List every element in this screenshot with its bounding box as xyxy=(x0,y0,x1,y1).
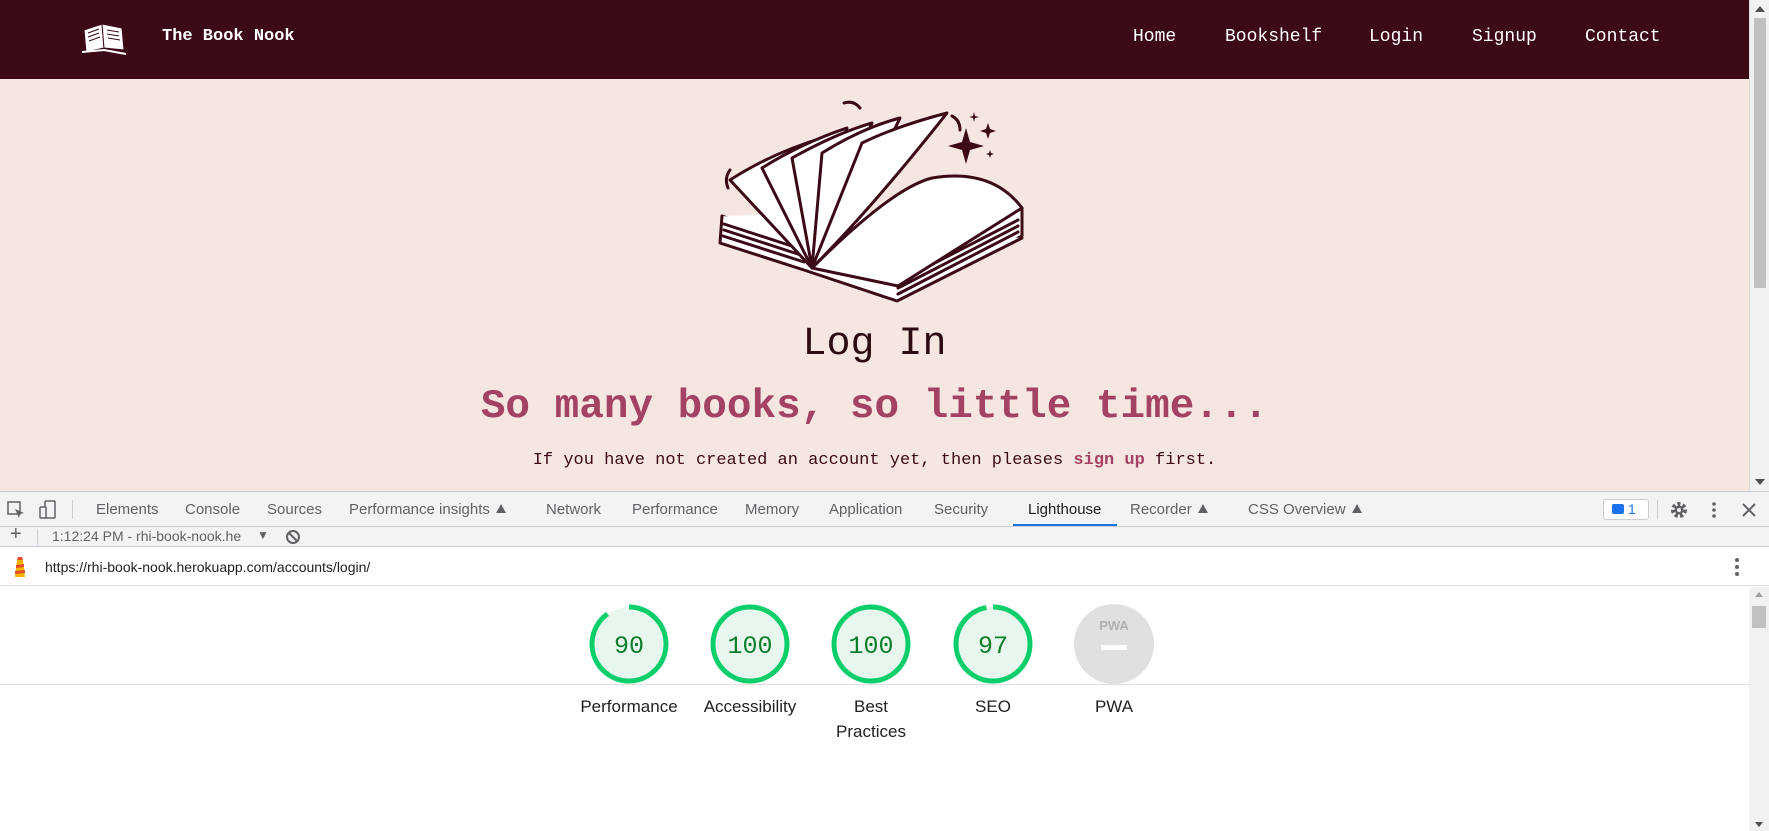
gauge-label: SEO xyxy=(975,697,1011,716)
issues-counter-button[interactable]: 1 xyxy=(1603,499,1649,520)
gauge-best-practices-ring: 100 xyxy=(831,604,911,684)
scroll-up-arrow-icon[interactable] xyxy=(1755,592,1763,597)
new-report-plus-icon[interactable]: + xyxy=(10,527,22,546)
gauge-performance-ring: 90 xyxy=(589,604,669,684)
gauge-label: Performance xyxy=(580,697,678,716)
tab-network[interactable]: Network xyxy=(546,492,601,527)
tab-sources[interactable]: Sources xyxy=(267,492,322,527)
tab-recorder[interactable]: Recorder xyxy=(1130,492,1208,527)
nav-signup-link[interactable]: Signup xyxy=(1472,27,1537,47)
page-scrollbar-thumb[interactable] xyxy=(1754,18,1766,288)
tab-security[interactable]: Security xyxy=(934,492,988,527)
gauge-seo[interactable]: 97 SEO xyxy=(933,602,1053,719)
gauge-pwa-ring: PWA xyxy=(1074,604,1154,684)
more-options-icon[interactable] xyxy=(1704,500,1724,520)
scroll-down-arrow-icon[interactable] xyxy=(1755,479,1765,485)
gauge-label: Best Practices xyxy=(836,697,906,741)
close-devtools-icon[interactable] xyxy=(1739,500,1759,520)
inspect-element-icon[interactable] xyxy=(6,500,26,520)
pwa-not-applicable-dash xyxy=(1101,645,1127,650)
gauge-score-value: 97 xyxy=(978,632,1008,661)
lighthouse-toolbar: + 1:12:24 PM - rhi-book-nook.he ▼ xyxy=(0,527,1769,547)
open-book-illustration xyxy=(718,100,1024,303)
lighthouse-logo-icon xyxy=(15,557,25,577)
tab-application[interactable]: Application xyxy=(829,492,902,527)
signup-note-text-after: first. xyxy=(1144,451,1217,470)
tab-elements[interactable]: Elements xyxy=(96,492,159,527)
site-navbar: The Book Nook Home Bookshelf Login Signu… xyxy=(0,0,1749,79)
devtools-tabbar: Elements Console Sources Performance ins… xyxy=(0,492,1769,527)
signup-note: If you have not created an account yet, … xyxy=(0,451,1749,470)
page-title: Log In xyxy=(802,322,947,367)
experiment-flask-icon xyxy=(1351,504,1362,513)
tab-memory[interactable]: Memory xyxy=(745,492,799,527)
toolbar-separator xyxy=(37,529,38,545)
tab-performance-insights-label: Performance insights xyxy=(349,501,490,518)
gauge-performance[interactable]: 90 Performance xyxy=(569,602,689,719)
gauge-accessibility-ring: 100 xyxy=(710,604,790,684)
gauge-pwa[interactable]: PWA PWA xyxy=(1054,602,1174,719)
report-menu-icon[interactable] xyxy=(1734,557,1740,577)
nav-bookshelf-link[interactable]: Bookshelf xyxy=(1225,27,1322,47)
tab-console[interactable]: Console xyxy=(185,492,240,527)
report-select-dropdown[interactable]: 1:12:24 PM - rhi-book-nook.he xyxy=(52,528,250,546)
tab-css-overview[interactable]: CSS Overview xyxy=(1248,492,1362,527)
lighthouse-report-header: https://rhi-book-nook.herokuapp.com/acco… xyxy=(0,548,1769,586)
scroll-down-arrow-icon[interactable] xyxy=(1755,822,1763,827)
tab-performance-insights[interactable]: Performance insights xyxy=(349,492,506,527)
page-scrollbar[interactable] xyxy=(1749,0,1769,491)
toolbar-separator xyxy=(72,500,73,519)
report-scrollbar-thumb[interactable] xyxy=(1752,606,1766,628)
nav-home-link[interactable]: Home xyxy=(1133,27,1176,47)
tab-recorder-label: Recorder xyxy=(1130,501,1192,518)
active-tab-indicator xyxy=(1013,524,1117,526)
experiment-flask-icon xyxy=(495,504,506,513)
website-viewport: The Book Nook Home Bookshelf Login Signu… xyxy=(0,0,1769,491)
toolbar-separator xyxy=(1657,500,1658,519)
tagline: So many books, so little time... xyxy=(480,384,1269,430)
tab-lighthouse[interactable]: Lighthouse xyxy=(1028,492,1101,527)
gauge-accessibility[interactable]: 100 Accessibility xyxy=(690,602,810,719)
devtools-panel: Elements Console Sources Performance ins… xyxy=(0,491,1769,831)
dropdown-arrow-icon[interactable]: ▼ xyxy=(257,528,269,542)
settings-gear-icon[interactable] xyxy=(1669,500,1689,520)
nav-contact-link[interactable]: Contact xyxy=(1585,27,1661,47)
report-section-divider xyxy=(0,684,1749,685)
site-brand[interactable]: The Book Nook xyxy=(162,27,295,46)
gauge-score-value: 100 xyxy=(727,632,772,661)
gauge-seo-ring: 97 xyxy=(953,604,1033,684)
gauge-label: Accessibility xyxy=(703,697,797,716)
tab-performance[interactable]: Performance xyxy=(632,492,718,527)
report-scrollbar[interactable] xyxy=(1749,587,1769,831)
experiment-flask-icon xyxy=(1197,504,1208,513)
lighthouse-scores-summary: 90 Performance 100 Accessibility 100 Best Pra… xyxy=(0,587,1749,831)
issues-message-icon xyxy=(1612,504,1624,514)
gauge-label: PWA xyxy=(1094,697,1134,716)
gauge-best-practices[interactable]: 100 Best Practices xyxy=(811,602,931,744)
pwa-badge-background xyxy=(1074,604,1154,684)
device-toolbar-icon[interactable] xyxy=(38,500,58,520)
pwa-badge-icon: PWA xyxy=(1099,618,1129,633)
sign-up-link[interactable]: sign up xyxy=(1073,451,1144,470)
issues-count: 1 xyxy=(1628,501,1636,517)
gauge-score-value: 90 xyxy=(614,632,644,661)
audited-url[interactable]: https://rhi-book-nook.herokuapp.com/acco… xyxy=(45,559,370,575)
nav-login-link[interactable]: Login xyxy=(1369,27,1423,47)
scroll-up-arrow-icon[interactable] xyxy=(1755,6,1765,12)
tab-css-overview-label: CSS Overview xyxy=(1248,501,1346,518)
signup-note-text-before: If you have not created an account yet, … xyxy=(532,451,1074,470)
clear-reports-icon[interactable] xyxy=(285,529,301,545)
gauge-score-value: 100 xyxy=(848,632,893,661)
open-book-logo-icon[interactable] xyxy=(80,20,128,56)
